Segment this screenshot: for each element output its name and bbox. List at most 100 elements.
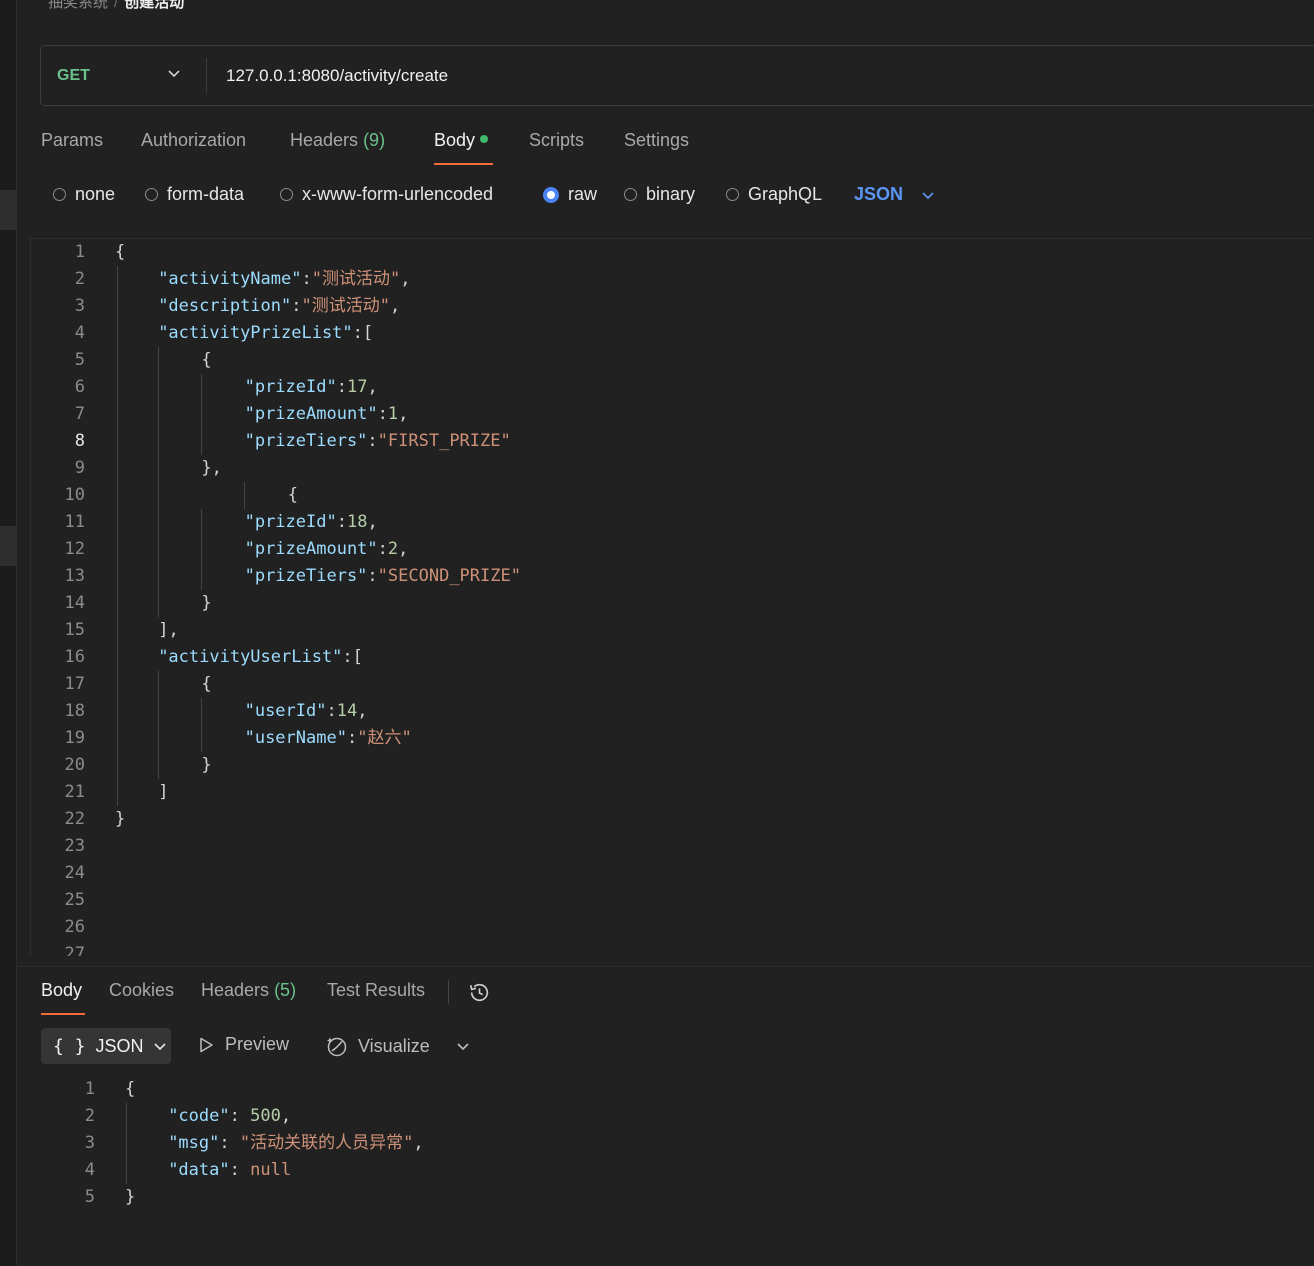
line-number: 9 [74,458,85,478]
line-number: 16 [64,647,85,667]
chevron-down-icon [153,1043,166,1051]
language-select[interactable]: JSON [854,184,935,205]
breadcrumb: 抽奖系统 / 创建活动 [48,0,185,11]
code-text: "prizeTiers":"SECOND_PRIZE" [244,566,521,586]
radio-circle-icon [53,188,66,201]
indent-guide [244,482,245,509]
line-number: 19 [64,728,85,748]
radio-binary-label: binary [646,184,696,204]
response-body-viewer[interactable]: 1 {2 "code": 500, 3 "msg": "活动关联的人员异常", 4 "dat… [40,1076,1314,1216]
line-number: 3 [74,296,85,316]
code-text: { [115,242,126,262]
code-text: "activityUserList":[ [158,647,363,667]
request-url-bar: GET 127.0.0.1:8080/activity/create [40,45,1314,106]
code-text: "prizeId":18, [244,512,378,532]
response-format-select[interactable]: { } JSON [41,1028,171,1064]
code-text: "data": null [168,1160,292,1180]
indent-guide [126,1103,127,1184]
play-icon [200,1037,213,1052]
code-text: ], [158,620,179,640]
line-number: 11 [64,512,85,532]
preview-button[interactable]: Preview [197,1034,289,1055]
left-sidebar-strip [0,0,17,1266]
code-text: "code": 500, [168,1106,292,1126]
line-number: 26 [64,917,85,937]
response-tab-test-results[interactable]: Test Results [327,980,425,1001]
response-tab-cookies[interactable]: Cookies [109,980,174,1001]
radio-circle-icon [624,188,637,201]
code-text: "description":"测试活动", [158,296,401,316]
code-text: }, [201,458,222,478]
response-tab-body[interactable]: Body [41,980,82,1001]
history-icon[interactable] [467,980,492,1010]
breadcrumb-parent[interactable]: 抽奖系统 [48,0,108,11]
response-tab-headers-label: Headers [201,980,270,1000]
sidebar-marker [0,526,16,566]
tab-body[interactable]: Body [434,130,489,151]
pane-divider[interactable] [16,966,1314,967]
radio-urlencoded[interactable]: x-www-form-urlencoded [280,184,493,205]
line-number: 1 [74,242,85,262]
line-number: 17 [64,674,85,694]
tab-scripts[interactable]: Scripts [529,130,584,151]
tab-headers[interactable]: Headers (9) [290,130,385,151]
radio-circle-icon [145,188,158,201]
visualize-label: Visualize [358,1035,430,1056]
code-text: { [125,1079,136,1099]
radio-binary[interactable]: binary [624,184,695,205]
code-text: } [125,1187,136,1207]
radio-form-data[interactable]: form-data [145,184,244,205]
code-text: "activityPrizeList":[ [158,323,374,343]
code-text: ] [158,782,169,802]
line-number: 10 [64,485,85,505]
radio-urlencoded-label: x-www-form-urlencoded [302,184,494,204]
code-text: "userId":14, [244,701,368,721]
radio-selected-icon [543,186,559,203]
tab-params[interactable]: Params [41,130,103,151]
line-number: 15 [64,620,85,640]
chevron-down-icon [922,191,934,199]
line-number: 20 [64,755,85,775]
chevron-down-icon[interactable] [167,66,181,85]
method-select[interactable]: GET [57,46,90,105]
line-number: 4 [74,323,85,343]
breadcrumb-separator: / [114,0,119,11]
response-tab-headers[interactable]: Headers (5) [201,980,296,1001]
line-number: 25 [64,890,85,910]
line-number: 5 [84,1187,95,1207]
indent-guide [201,374,202,455]
code-text: "prizeTiers":"FIRST_PRIZE" [244,431,511,451]
line-number: 2 [84,1106,95,1126]
radio-graphql-label: GraphQL [748,184,823,204]
line-number: 4 [84,1160,95,1180]
toolbar-separator [448,980,449,1004]
radio-raw[interactable]: raw [543,184,597,205]
line-number: 18 [64,701,85,721]
code-text: { [287,485,299,505]
tab-settings[interactable]: Settings [624,130,689,151]
visualize-button[interactable]: Visualize [325,1034,430,1058]
line-number: 21 [64,782,85,802]
braces-icon: { } [53,1035,86,1057]
active-tab-indicator [434,163,493,165]
line-number: 8 [74,431,85,451]
tab-authorization[interactable]: Authorization [141,130,246,151]
request-body-editor[interactable]: 1 {2 "activityName":"测试活动", 3 "description":… [30,239,1314,956]
radio-graphql[interactable]: GraphQL [726,184,822,205]
code-text: "activityName":"测试活动", [158,269,411,289]
chevron-down-icon[interactable] [456,1039,470,1058]
code-text: "prizeId":17, [244,377,378,397]
response-tab-headers-count: (5) [274,980,297,1000]
breadcrumb-current: 创建活动 [124,0,185,11]
tab-body-label: Body [434,130,476,150]
line-number: 13 [64,566,85,586]
radio-none[interactable]: none [53,184,115,205]
line-number: 14 [64,593,85,613]
code-text: } [115,809,126,829]
line-number: 22 [64,809,85,829]
radio-circle-icon [726,188,739,201]
url-input[interactable]: 127.0.0.1:8080/activity/create [226,46,448,105]
code-text: "prizeAmount":1, [244,404,409,424]
line-number: 1 [84,1079,95,1099]
radio-raw-label: raw [568,184,598,204]
